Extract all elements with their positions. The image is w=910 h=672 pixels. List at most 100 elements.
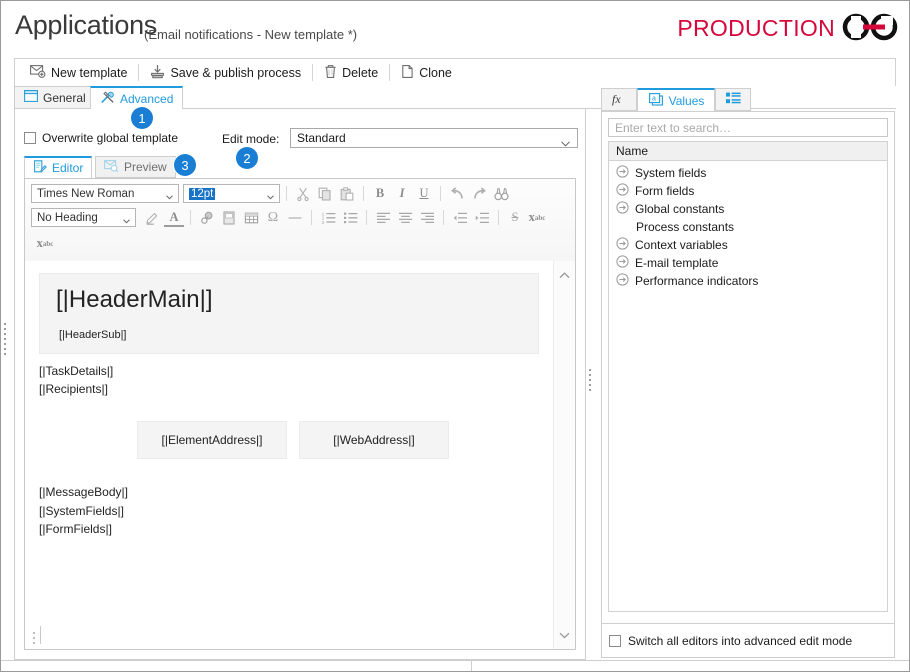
tree-item-process-constants[interactable]: Process constants <box>609 218 887 236</box>
address-button-row: [|ElementAddress|] [|WebAddress|] <box>137 420 539 459</box>
rt-toolbar-row-2: No Heading A Ω 1 2 3 S x abc <box>31 208 547 227</box>
editor-vertical-scrollbar[interactable] <box>553 261 575 649</box>
brand-logo: PRODUCTION <box>677 13 899 44</box>
expand-arrow-icon[interactable] <box>616 201 629 217</box>
checkbox-box[interactable] <box>609 634 621 647</box>
tree-item-label: Performance indicators <box>635 274 759 288</box>
subscript-icon[interactable]: x abc <box>35 234 55 253</box>
align-right-icon[interactable] <box>417 208 437 227</box>
redo-icon[interactable] <box>469 184 489 203</box>
scroll-up-icon[interactable] <box>554 265 575 285</box>
expand-arrow-icon[interactable] <box>616 255 629 271</box>
center-splitter-handle[interactable] <box>589 369 591 391</box>
font-color-icon[interactable]: A <box>164 210 184 227</box>
advanced-edit-mode-checkbox[interactable]: Switch all editors into advanced edit mo… <box>601 624 895 658</box>
tree-item-label: Process constants <box>636 220 735 234</box>
tools-icon <box>100 91 115 107</box>
delete-button[interactable]: Delete <box>317 62 385 84</box>
bullet-list-icon[interactable] <box>340 208 360 227</box>
element-address-button[interactable]: [|ElementAddress|] <box>137 420 287 459</box>
bold-icon[interactable]: B <box>370 184 390 203</box>
font-family-value: Times New Roman <box>37 187 135 200</box>
subtab-editor[interactable]: Editor <box>24 156 93 179</box>
values-tree[interactable]: System fields Form fields Global constan… <box>608 161 888 612</box>
tree-item-label: Global constants <box>635 202 725 216</box>
image-icon[interactable] <box>219 208 239 227</box>
superscript-sup: abc <box>534 213 546 222</box>
decrease-indent-icon[interactable] <box>450 208 470 227</box>
gripper-dots <box>33 632 35 644</box>
toolbar-separator <box>443 210 444 225</box>
tab-values[interactable]: a Values <box>637 88 715 112</box>
left-splitter-handle[interactable] <box>4 323 6 355</box>
font-size-select[interactable]: 12pt <box>183 184 280 203</box>
search-placeholder: Enter text to search… <box>615 120 732 135</box>
undo-icon[interactable] <box>447 184 467 203</box>
toolbar-separator <box>286 186 287 201</box>
expand-arrow-icon[interactable] <box>616 165 629 181</box>
rt-toolbar-row-1: Times New Roman 12pt B I U <box>31 184 511 203</box>
underline-icon[interactable]: U <box>414 184 434 203</box>
toolbar-separator <box>138 64 140 81</box>
link-icon[interactable] <box>197 208 217 227</box>
grid-header-name[interactable]: Name <box>608 141 888 161</box>
save-publish-button[interactable]: Save & publish process <box>143 62 308 84</box>
new-mail-icon <box>30 64 46 81</box>
web-address-button[interactable]: [|WebAddress|] <box>299 420 449 459</box>
tree-item-performance-indicators[interactable]: Performance indicators <box>609 272 887 290</box>
scroll-down-icon[interactable] <box>554 625 575 645</box>
tab-list-grid[interactable] <box>715 88 751 111</box>
function-fx-icon: fx <box>611 91 628 109</box>
subtab-preview[interactable]: Preview <box>95 156 176 178</box>
tab-functions[interactable]: fx <box>601 88 637 111</box>
align-left-icon[interactable] <box>373 208 393 227</box>
symbol-icon[interactable]: Ω <box>263 208 283 227</box>
tree-item-system-fields[interactable]: System fields <box>609 164 887 182</box>
form-fields-placeholder: [|FormFields|] <box>39 522 112 537</box>
toolbar-separator <box>498 210 499 225</box>
tree-item-global-constants[interactable]: Global constants <box>609 200 887 218</box>
strikethrough-icon[interactable]: S <box>505 208 525 227</box>
svg-text:a: a <box>652 95 656 102</box>
increase-indent-icon[interactable] <box>472 208 492 227</box>
chain-link-icon <box>841 13 899 44</box>
highlight-icon[interactable] <box>142 208 162 227</box>
overwrite-global-template-checkbox[interactable]: Overwrite global template <box>24 131 178 145</box>
tree-item-form-fields[interactable]: Form fields <box>609 182 887 200</box>
chevron-down-icon <box>561 136 570 150</box>
font-family-select[interactable]: Times New Roman <box>31 184 179 203</box>
edit-mode-select[interactable]: Standard <box>290 128 578 148</box>
align-center-icon[interactable] <box>395 208 415 227</box>
cut-icon[interactable] <box>293 184 313 203</box>
superscript-icon[interactable]: x abc <box>527 208 547 227</box>
tab-general[interactable]: General <box>14 86 96 109</box>
checkbox-box[interactable] <box>24 132 36 144</box>
page-title: Applications <box>15 10 157 40</box>
clone-button[interactable]: Clone <box>394 62 459 84</box>
new-template-button[interactable]: New template <box>23 62 134 83</box>
find-icon[interactable] <box>491 184 511 203</box>
expand-arrow-icon[interactable] <box>616 273 629 289</box>
tree-item-email-template[interactable]: E-mail template <box>609 254 887 272</box>
search-input[interactable]: Enter text to search… <box>608 118 888 137</box>
font-size-value: 12pt <box>189 187 216 200</box>
tree-item-context-variables[interactable]: Context variables <box>609 236 887 254</box>
tab-advanced[interactable]: Advanced <box>90 86 184 110</box>
numbered-list-icon[interactable]: 123 <box>318 208 338 227</box>
heading-select[interactable]: No Heading <box>31 208 136 227</box>
save-publish-label: Save & publish process <box>170 65 302 80</box>
table-icon[interactable] <box>241 208 261 227</box>
overwrite-global-template-label: Overwrite global template <box>42 131 179 145</box>
copy-icon[interactable] <box>315 184 335 203</box>
editor-resize-gripper[interactable] <box>33 626 41 644</box>
expand-arrow-icon[interactable] <box>616 237 629 253</box>
editor-canvas[interactable]: [|HeaderMain|] [|HeaderSub|] [|TaskDetai… <box>25 261 575 649</box>
editor-document[interactable]: [|HeaderMain|] [|HeaderSub|] [|TaskDetai… <box>25 261 553 649</box>
trash-icon <box>324 64 337 82</box>
expand-arrow-icon[interactable] <box>616 183 629 199</box>
paste-icon[interactable] <box>337 184 357 203</box>
horizontal-rule-icon[interactable] <box>285 208 305 227</box>
italic-icon[interactable]: I <box>392 184 412 203</box>
main-tabstrip: General Advanced <box>14 86 896 110</box>
chevron-down-icon <box>123 215 130 227</box>
